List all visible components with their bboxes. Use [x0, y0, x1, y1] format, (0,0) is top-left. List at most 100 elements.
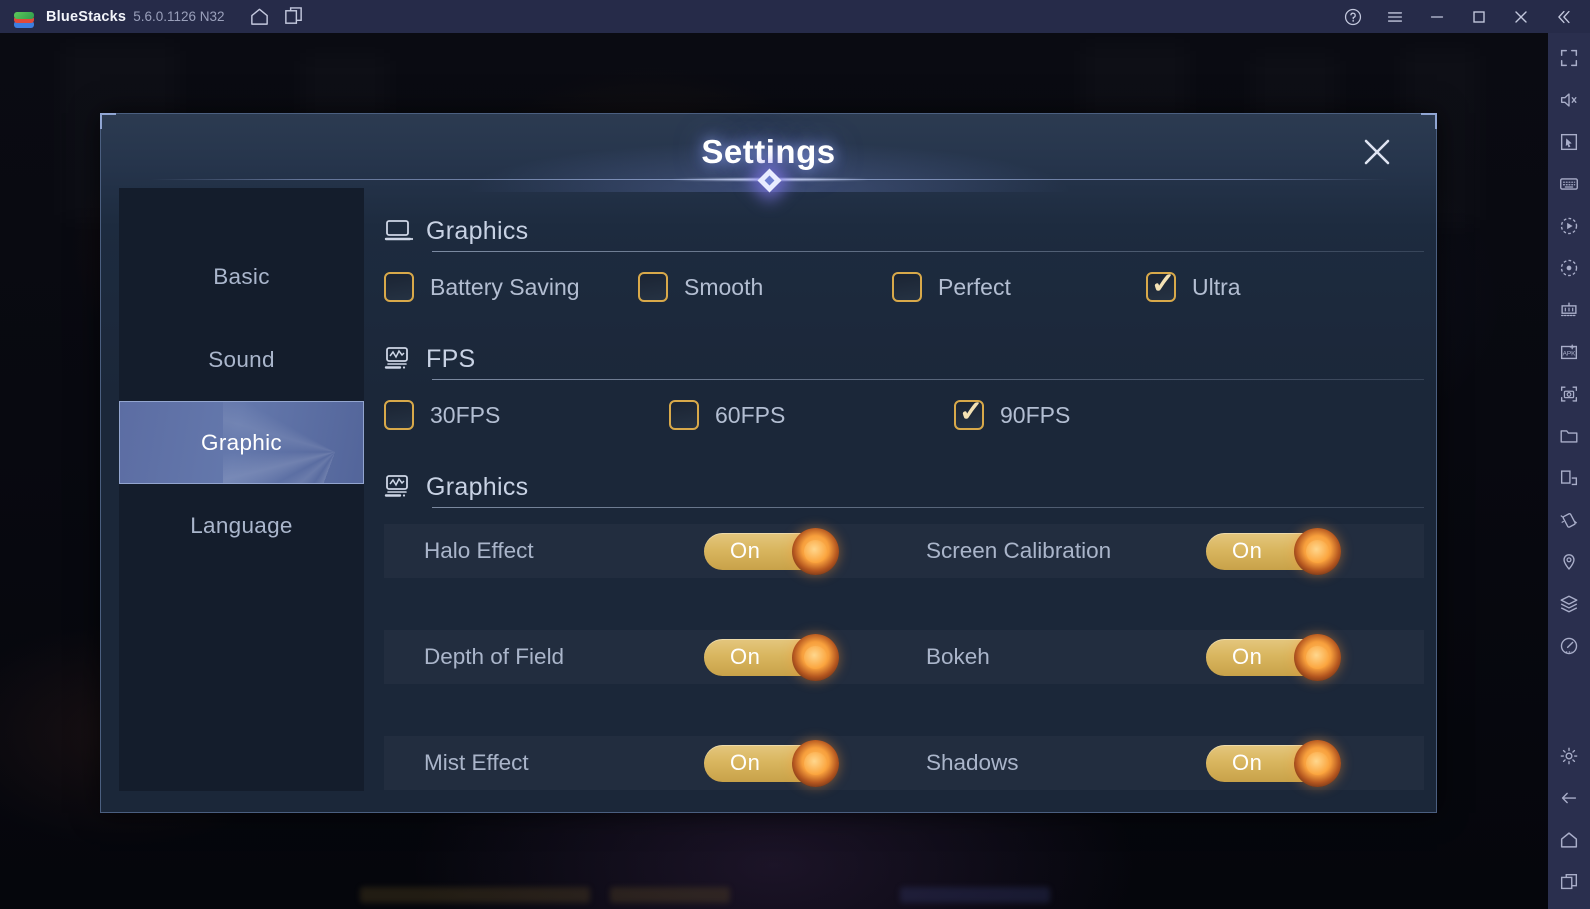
checkbox-box[interactable]: [669, 400, 699, 430]
section-header-fps: FPS: [384, 342, 1424, 380]
toggle-knob[interactable]: [792, 527, 839, 575]
section-header-graphics-effects: Graphics: [384, 470, 1424, 508]
toggle-knob[interactable]: [1294, 527, 1341, 575]
settings-content: Graphics Battery Saving Smooth Perfect ✓…: [384, 214, 1424, 814]
settings-dialog: Settings Basic Sound Graphic Language Gr…: [100, 113, 1437, 813]
checkbox-label: 90FPS: [1000, 401, 1071, 428]
fps-options: 30FPS 60FPS ✓ 90FPS: [384, 396, 1424, 430]
game-controls-icon[interactable]: [1548, 289, 1590, 331]
checkbox-box[interactable]: ✓: [954, 396, 984, 430]
diamond-ornament-icon: [757, 168, 782, 193]
toggle-row-mist-shadows: Mist Effect On Shadows On: [384, 736, 1424, 790]
section-title-graphics-effects: Graphics: [426, 472, 529, 501]
section-divider: [432, 507, 1424, 508]
home-icon[interactable]: [243, 0, 277, 33]
close-dialog-button[interactable]: [1356, 131, 1398, 173]
checkbox-box[interactable]: ✓: [1146, 268, 1176, 302]
location-icon[interactable]: [1548, 541, 1590, 583]
media-folder-icon[interactable]: [1548, 415, 1590, 457]
section-title-graphics-quality: Graphics: [426, 216, 529, 245]
minimize-icon[interactable]: [1416, 0, 1458, 33]
sidebar-item-graphic[interactable]: Graphic: [119, 401, 364, 484]
dialog-corner-top-left: [100, 113, 116, 129]
fullscreen-icon[interactable]: [1548, 37, 1590, 79]
maximize-icon[interactable]: [1458, 0, 1500, 33]
section-header-graphics-quality: Graphics: [384, 214, 1424, 252]
macro-record-icon[interactable]: [1548, 205, 1590, 247]
toggle-bokeh[interactable]: On: [1206, 633, 1341, 681]
checkbox-battery-saving[interactable]: Battery Saving: [384, 272, 638, 302]
nav-label-graphic: Graphic: [201, 429, 282, 455]
app-version: 5.6.0.1126 N32: [133, 9, 225, 24]
checkbox-box[interactable]: [384, 272, 414, 302]
checkbox-ultra[interactable]: ✓ Ultra: [1146, 268, 1241, 302]
checkbox-30fps[interactable]: 30FPS: [384, 400, 669, 430]
help-icon[interactable]: [1332, 0, 1374, 33]
sidebar-item-basic[interactable]: Basic: [119, 235, 364, 318]
settings-gear-icon[interactable]: [1548, 735, 1590, 777]
toggle-label-mist-effect: Mist Effect: [424, 750, 529, 775]
checkbox-label: Smooth: [684, 273, 764, 300]
shake-icon[interactable]: [1548, 499, 1590, 541]
dialog-title: Settings: [701, 133, 836, 170]
recent-apps-icon[interactable]: [1548, 861, 1590, 903]
toggle-state-label: On: [1232, 750, 1263, 775]
mute-icon[interactable]: [1548, 79, 1590, 121]
toggle-mist-effect[interactable]: On: [704, 739, 839, 787]
toggle-halo-effect[interactable]: On: [704, 527, 839, 575]
bluestacks-sidebar: APK: [1548, 33, 1590, 909]
multi-instance-icon[interactable]: [277, 0, 311, 33]
window-titlebar: BlueStacks 5.6.0.1126 N32: [0, 0, 1590, 33]
bluestacks-logo-icon: [13, 6, 35, 28]
toggle-knob[interactable]: [792, 633, 839, 681]
checkbox-perfect[interactable]: Perfect: [892, 272, 1146, 302]
eco-mode-icon[interactable]: [1548, 625, 1590, 667]
dialog-corner-top-right: [1421, 113, 1437, 129]
toggle-label-bokeh: Bokeh: [926, 644, 990, 669]
checkbox-label: Ultra: [1192, 273, 1241, 300]
toggle-depth-of-field[interactable]: On: [704, 633, 839, 681]
toggle-row-dof-bokeh: Depth of Field On Bokeh On: [384, 630, 1424, 684]
multi-instance-manager-icon[interactable]: [1548, 583, 1590, 625]
sidebar-item-sound[interactable]: Sound: [119, 318, 364, 401]
close-icon[interactable]: [1500, 0, 1542, 33]
chart-monitor-icon: [384, 472, 414, 502]
checkbox-box[interactable]: [892, 272, 922, 302]
nav-top-spacer: [119, 188, 364, 235]
checkmark-icon: ✓: [959, 396, 984, 428]
cursor-icon[interactable]: [1548, 121, 1590, 163]
checkbox-label: 60FPS: [715, 401, 786, 428]
toggle-screen-calibration[interactable]: On: [1206, 527, 1341, 575]
toggle-state-label: On: [1232, 538, 1263, 563]
toggle-knob[interactable]: [1294, 739, 1341, 787]
checkbox-60fps[interactable]: 60FPS: [669, 400, 954, 430]
nav-label-language: Language: [190, 512, 293, 538]
settings-nav: Basic Sound Graphic Language: [119, 188, 364, 791]
toggle-shadows[interactable]: On: [1206, 739, 1341, 787]
keyboard-icon[interactable]: [1548, 163, 1590, 205]
toggle-knob[interactable]: [792, 739, 839, 787]
toggle-knob[interactable]: [1294, 633, 1341, 681]
install-apk-icon[interactable]: APK: [1548, 331, 1590, 373]
section-divider: [432, 251, 1424, 252]
record-screen-icon[interactable]: [1548, 247, 1590, 289]
svg-text:APK: APK: [1563, 351, 1577, 358]
collapse-icon[interactable]: [1542, 0, 1584, 33]
checkbox-box[interactable]: [638, 272, 668, 302]
section-title-fps: FPS: [426, 344, 476, 373]
back-arrow-icon[interactable]: [1548, 777, 1590, 819]
menu-icon[interactable]: [1374, 0, 1416, 33]
sidebar-item-language[interactable]: Language: [119, 484, 364, 567]
checkmark-icon: ✓: [1151, 268, 1176, 300]
monitor-icon: [384, 216, 414, 246]
checkbox-label: 30FPS: [430, 401, 501, 428]
screenshot-icon[interactable]: [1548, 373, 1590, 415]
nav-label-sound: Sound: [208, 346, 275, 372]
checkbox-box[interactable]: [384, 400, 414, 430]
android-home-icon[interactable]: [1548, 819, 1590, 861]
checkbox-smooth[interactable]: Smooth: [638, 272, 892, 302]
checkbox-90fps[interactable]: ✓ 90FPS: [954, 396, 1071, 430]
rotate-icon[interactable]: [1548, 457, 1590, 499]
